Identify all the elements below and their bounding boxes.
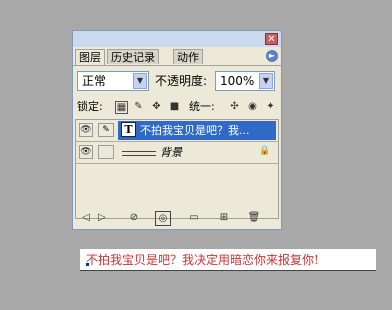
layer-name: 不拍我宝贝是吧？我...: [140, 124, 250, 137]
link-layers-right-icon[interactable]: ▷: [95, 211, 109, 224]
eye-icon[interactable]: 👁: [79, 123, 93, 137]
lock-brush-icon[interactable]: ✎: [133, 101, 144, 112]
layer-name: 背景: [160, 146, 182, 159]
blend-row: 正常 ▼ 不透明度: 100% ▼: [77, 71, 277, 93]
tab-history[interactable]: 历史记录: [107, 49, 159, 64]
lock-all-icon[interactable]: ■: [169, 101, 180, 112]
layers-list: 👁 ✎ T 不拍我宝贝是吧？我... 👁 背景 🔒: [75, 119, 279, 219]
opacity-value: 100%: [220, 74, 255, 88]
unify-label: 统一:: [189, 100, 215, 113]
tab-actions[interactable]: 动作: [173, 49, 203, 64]
layers-panel: ✕ 图层 历史记录 动作 ► 正常 ▼ 不透明度: 100% ▼ 锁定: ▦ ✎…: [72, 30, 282, 230]
lock-transparency-icon[interactable]: ▦: [115, 101, 128, 114]
layer-name-area[interactable]: 背景 🔒: [118, 143, 276, 162]
text-layer-thumbnail: T: [121, 122, 136, 137]
background-thumbnail: [122, 151, 156, 156]
chevron-down-icon: ▼: [133, 73, 147, 89]
canvas-text-layer[interactable]: 不拍我宝贝是吧？我决定用暗恋你来报复你!: [80, 249, 376, 271]
panel-footer: ◁ ▷ ⊘ ◎ ▭ ⊞ 🗑: [75, 209, 279, 227]
text-cursor-icon: [86, 263, 89, 266]
panel-menu-icon[interactable]: ►: [266, 50, 278, 62]
layer-style-icon[interactable]: ⊘: [127, 211, 141, 224]
new-layer-icon[interactable]: ⊞: [217, 211, 231, 224]
unify-visibility-icon[interactable]: ◉: [247, 101, 258, 112]
link-layers-icon[interactable]: ◁: [79, 211, 93, 224]
lock-row: 锁定: ▦ ✎ ✥ ■ 统一: ✣ ◉ ✦: [77, 99, 281, 115]
layer-row-background[interactable]: 👁 背景 🔒: [76, 142, 278, 164]
opacity-select[interactable]: 100% ▼: [215, 71, 275, 91]
trash-icon[interactable]: 🗑: [247, 211, 261, 224]
lock-label: 锁定:: [77, 100, 103, 113]
tab-layers[interactable]: 图层: [75, 49, 105, 65]
panel-tabs: 图层 历史记录 动作 ►: [73, 49, 281, 66]
close-icon[interactable]: ✕: [265, 33, 278, 45]
eye-icon[interactable]: 👁: [79, 145, 93, 159]
opacity-label: 不透明度:: [155, 74, 208, 88]
lock-icon: 🔒: [259, 146, 271, 156]
unify-position-icon[interactable]: ✣: [229, 101, 240, 112]
layer-row-text[interactable]: 👁 ✎ T 不拍我宝贝是吧？我...: [76, 120, 278, 142]
brush-slot: [98, 145, 114, 159]
blend-mode-value: 正常: [82, 74, 107, 88]
blend-mode-select[interactable]: 正常 ▼: [77, 71, 149, 91]
add-mask-icon[interactable]: ◎: [155, 211, 171, 226]
lock-move-icon[interactable]: ✥: [151, 101, 162, 112]
panel-titlebar[interactable]: ✕: [73, 31, 281, 47]
layer-name-area[interactable]: T 不拍我宝贝是吧？我...: [118, 121, 276, 140]
new-group-icon[interactable]: ▭: [187, 211, 201, 224]
unify-style-icon[interactable]: ✦: [265, 101, 276, 112]
brush-icon: ✎: [98, 123, 114, 137]
chevron-down-icon: ▼: [259, 73, 273, 89]
